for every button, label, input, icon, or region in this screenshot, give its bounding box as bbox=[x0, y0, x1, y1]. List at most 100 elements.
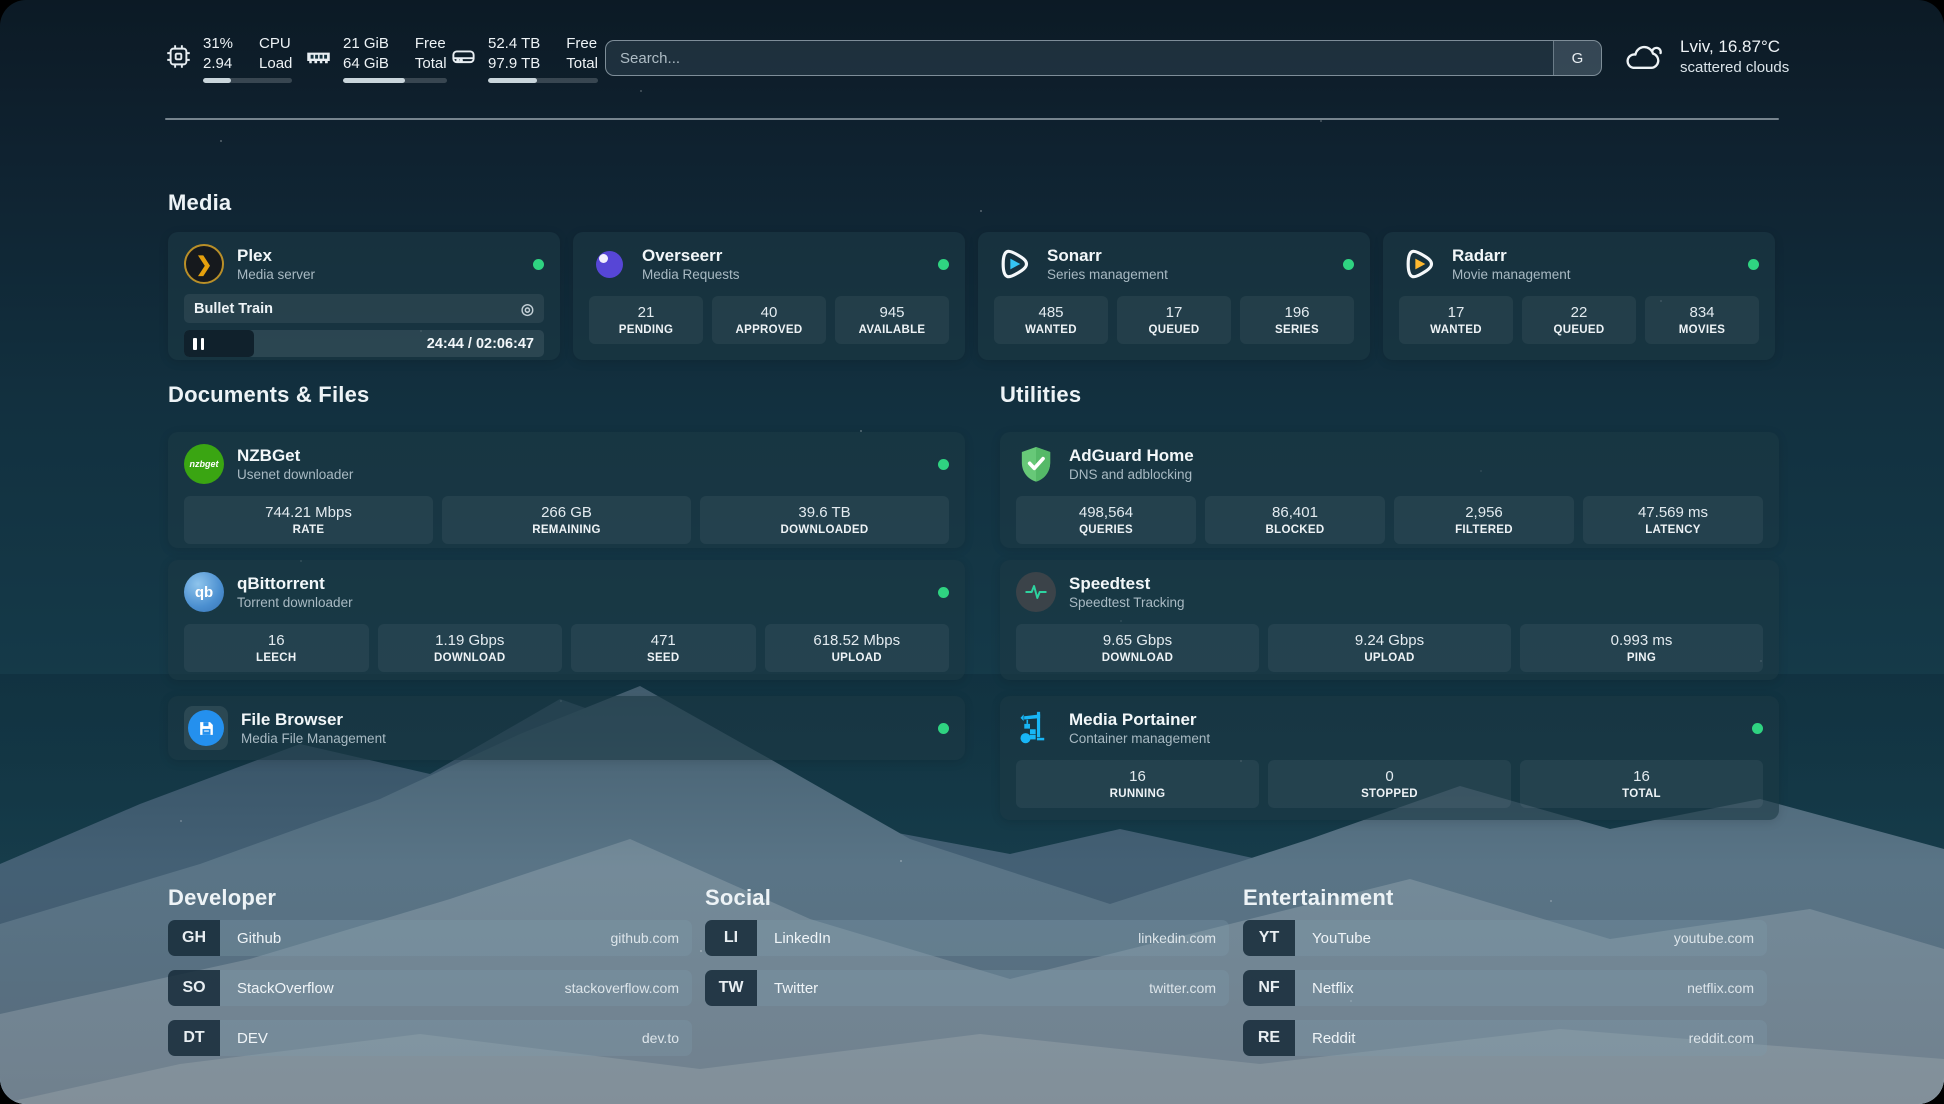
search-provider-button[interactable]: G bbox=[1553, 41, 1601, 75]
plex-progress-bar: 24:44 / 02:06:47 bbox=[184, 330, 544, 357]
section-title-documents: Documents & Files bbox=[168, 382, 369, 408]
bookmark-name: DEV bbox=[220, 1020, 268, 1056]
bookmark-url: linkedin.com bbox=[1138, 920, 1229, 956]
bookmark-abbr: YT bbox=[1243, 920, 1295, 956]
bookmark-url: dev.to bbox=[642, 1020, 692, 1056]
service-name: AdGuard Home bbox=[1069, 445, 1194, 466]
status-dot-online bbox=[533, 259, 544, 270]
weather-condition: scattered clouds bbox=[1680, 58, 1789, 78]
service-desc: Media server bbox=[237, 266, 315, 284]
memory-stats-widget: 21 GiB64 GiB FreeTotal bbox=[305, 34, 447, 83]
service-desc: Usenet downloader bbox=[237, 466, 353, 484]
service-desc: Series management bbox=[1047, 266, 1168, 284]
bookmark-netflix[interactable]: NF Netflix netflix.com bbox=[1243, 970, 1767, 1006]
card-adguard: AdGuard Home DNS and adblocking 498,564Q… bbox=[1000, 432, 1779, 548]
card-sonarr: Sonarr Series management 485WANTED 17QUE… bbox=[978, 232, 1370, 360]
service-desc: Media Requests bbox=[642, 266, 740, 284]
bookmark-youtube[interactable]: YT YouTube youtube.com bbox=[1243, 920, 1767, 956]
status-dot-online bbox=[938, 723, 949, 734]
plex-header-link[interactable]: ❯ Plex Media server bbox=[184, 244, 544, 284]
section-title-developer: Developer bbox=[168, 885, 276, 911]
search-bar: G bbox=[605, 40, 1602, 76]
disk-progress-bar bbox=[488, 78, 598, 83]
stat-box: 0STOPPED bbox=[1268, 760, 1511, 808]
stat-box: 47.569 msLATENCY bbox=[1583, 496, 1763, 544]
plex-now-playing-row: Bullet Train ◎ bbox=[184, 294, 544, 323]
cloud-icon bbox=[1622, 39, 1666, 75]
service-name: Sonarr bbox=[1047, 245, 1168, 266]
service-name: Media Portainer bbox=[1069, 709, 1210, 730]
stat-box: 266 GBREMAINING bbox=[442, 496, 691, 544]
service-name: Speedtest bbox=[1069, 573, 1185, 594]
card-nzbget: nzbget NZBGet Usenet downloader 744.21 M… bbox=[168, 432, 965, 548]
bookmark-reddit[interactable]: RE Reddit reddit.com bbox=[1243, 1020, 1767, 1056]
stat-box: 618.52 MbpsUPLOAD bbox=[765, 624, 950, 672]
card-overseerr: Overseerr Media Requests 21PENDING 40APP… bbox=[573, 232, 965, 360]
bookmark-github[interactable]: GH Github github.com bbox=[168, 920, 692, 956]
topbar-divider bbox=[165, 118, 1779, 120]
plex-chevron-glyph: ❯ bbox=[196, 252, 213, 277]
stat-box: 196SERIES bbox=[1240, 296, 1354, 344]
pause-button[interactable] bbox=[193, 338, 204, 350]
adguard-header-link[interactable]: AdGuard Home DNS and adblocking bbox=[1016, 444, 1763, 484]
stat-box: 21PENDING bbox=[589, 296, 703, 344]
portainer-crane-icon bbox=[1016, 708, 1056, 748]
cpu-stats-widget: 31%2.94 CPULoad bbox=[165, 34, 292, 83]
bookmark-url: youtube.com bbox=[1674, 920, 1767, 956]
disk-stats-widget: 52.4 TB97.9 TB FreeTotal bbox=[450, 34, 598, 83]
service-desc: Speedtest Tracking bbox=[1069, 594, 1185, 612]
bookmark-url: twitter.com bbox=[1149, 970, 1229, 1006]
bookmark-abbr: RE bbox=[1243, 1020, 1295, 1056]
bookmark-abbr: NF bbox=[1243, 970, 1295, 1006]
stat-box: 485WANTED bbox=[994, 296, 1108, 344]
stat-box: 17WANTED bbox=[1399, 296, 1513, 344]
bookmark-abbr: GH bbox=[168, 920, 220, 956]
stat-box: 945AVAILABLE bbox=[835, 296, 949, 344]
service-name: Radarr bbox=[1452, 245, 1571, 266]
card-radarr: Radarr Movie management 17WANTED 22QUEUE… bbox=[1383, 232, 1775, 360]
bookmark-abbr: DT bbox=[168, 1020, 220, 1056]
stat-box: 40APPROVED bbox=[712, 296, 826, 344]
bookmark-dev[interactable]: DT DEV dev.to bbox=[168, 1020, 692, 1056]
bookmark-name: StackOverflow bbox=[220, 970, 334, 1006]
filebrowser-header-link[interactable]: File Browser Media File Management bbox=[184, 706, 949, 750]
qbittorrent-icon: qb bbox=[184, 572, 224, 612]
bookmark-stackoverflow[interactable]: SO StackOverflow stackoverflow.com bbox=[168, 970, 692, 1006]
nzbget-header-link[interactable]: nzbget NZBGet Usenet downloader bbox=[184, 444, 949, 484]
sonarr-icon bbox=[994, 244, 1034, 284]
service-desc: DNS and adblocking bbox=[1069, 466, 1194, 484]
search-input[interactable] bbox=[606, 41, 1553, 75]
stat-box: 744.21 MbpsRATE bbox=[184, 496, 433, 544]
stat-box: 16TOTAL bbox=[1520, 760, 1763, 808]
bookmark-linkedin[interactable]: LI LinkedIn linkedin.com bbox=[705, 920, 1229, 956]
cpu-values: 31%2.94 bbox=[203, 34, 233, 74]
section-title-entertainment: Entertainment bbox=[1243, 885, 1394, 911]
sonarr-header-link[interactable]: Sonarr Series management bbox=[994, 244, 1354, 284]
bookmark-abbr: LI bbox=[705, 920, 757, 956]
qbittorrent-header-link[interactable]: qb qBittorrent Torrent downloader bbox=[184, 572, 949, 612]
disk-icon bbox=[450, 43, 477, 70]
service-name: NZBGet bbox=[237, 445, 353, 466]
section-title-social: Social bbox=[705, 885, 771, 911]
card-portainer: Media Portainer Container management 16R… bbox=[1000, 696, 1779, 820]
service-desc: Media File Management bbox=[241, 730, 386, 748]
stat-box: 498,564QUERIES bbox=[1016, 496, 1196, 544]
plex-icon: ❯ bbox=[184, 244, 224, 284]
bookmark-twitter[interactable]: TW Twitter twitter.com bbox=[705, 970, 1229, 1006]
bookmark-abbr: TW bbox=[705, 970, 757, 1006]
service-name: qBittorrent bbox=[237, 573, 353, 594]
stat-box: 86,401BLOCKED bbox=[1205, 496, 1385, 544]
speedtest-header-link[interactable]: Speedtest Speedtest Tracking bbox=[1016, 572, 1763, 612]
card-qbittorrent: qb qBittorrent Torrent downloader 16LEEC… bbox=[168, 560, 965, 680]
plex-stream-time: 24:44 / 02:06:47 bbox=[427, 336, 544, 352]
dashboard-window: 31%2.94 CPULoad 21 GiB64 GiB FreeTotal bbox=[0, 0, 1944, 1104]
overseerr-header-link[interactable]: Overseerr Media Requests bbox=[589, 244, 949, 284]
stat-box: 2,956FILTERED bbox=[1394, 496, 1574, 544]
radarr-header-link[interactable]: Radarr Movie management bbox=[1399, 244, 1759, 284]
service-desc: Movie management bbox=[1452, 266, 1571, 284]
cpu-labels: CPULoad bbox=[259, 34, 292, 74]
portainer-header-link[interactable]: Media Portainer Container management bbox=[1016, 708, 1763, 748]
cpu-progress-bar bbox=[203, 78, 292, 83]
status-dot-online bbox=[1752, 723, 1763, 734]
memory-labels: FreeTotal bbox=[415, 34, 447, 74]
